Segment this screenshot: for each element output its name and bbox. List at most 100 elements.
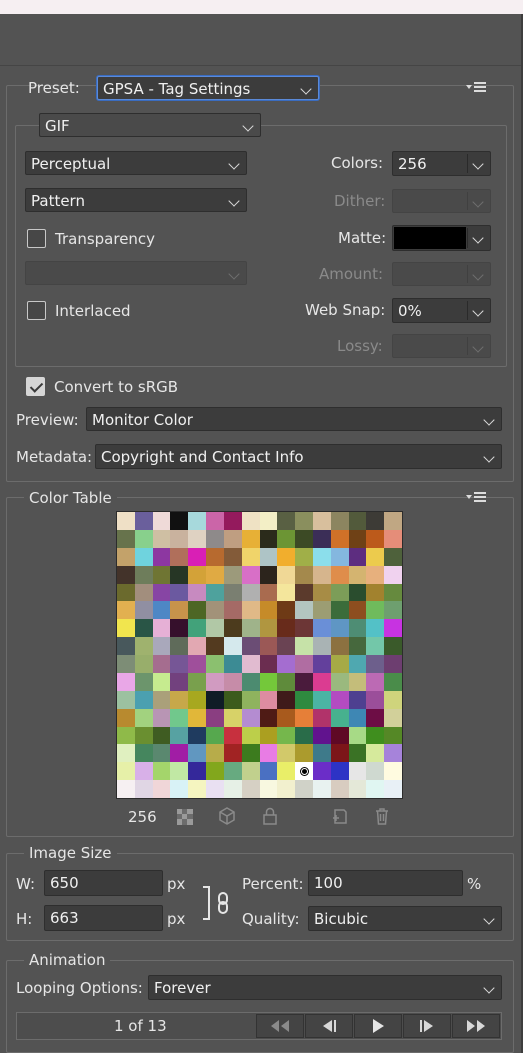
color-swatch[interactable] <box>152 512 171 530</box>
add-color-icon[interactable] <box>330 806 350 826</box>
color-swatch[interactable] <box>312 547 331 566</box>
color-swatch[interactable] <box>223 726 242 745</box>
reduction-dropdown[interactable]: Perceptual <box>25 151 247 175</box>
color-swatch[interactable] <box>384 512 402 530</box>
play-button[interactable] <box>354 1014 402 1038</box>
color-swatch[interactable] <box>277 512 296 530</box>
color-swatch[interactable] <box>152 690 171 709</box>
color-swatch[interactable] <box>295 744 313 763</box>
color-swatch[interactable] <box>170 708 189 727</box>
color-swatch[interactable] <box>295 565 313 584</box>
color-swatch[interactable] <box>206 637 224 655</box>
matte-swatch[interactable] <box>394 227 466 249</box>
color-swatch[interactable] <box>117 619 135 638</box>
color-swatch[interactable] <box>152 780 171 798</box>
color-swatch[interactable] <box>134 690 153 709</box>
lossy-combo[interactable] <box>392 334 491 358</box>
color-swatch[interactable] <box>366 744 385 763</box>
color-swatch[interactable] <box>277 655 296 673</box>
color-swatch[interactable] <box>348 637 367 655</box>
color-swatch[interactable] <box>170 637 189 655</box>
color-swatch[interactable] <box>312 637 331 655</box>
color-swatch[interactable] <box>223 601 242 620</box>
color-swatch[interactable] <box>312 726 331 745</box>
color-swatch[interactable] <box>259 690 278 709</box>
color-swatch[interactable] <box>348 690 367 709</box>
color-swatch[interactable] <box>170 690 189 709</box>
color-swatch[interactable] <box>330 565 349 584</box>
color-swatch[interactable] <box>223 619 242 638</box>
color-swatch[interactable] <box>134 565 153 584</box>
color-swatch[interactable] <box>330 672 349 691</box>
color-swatch[interactable] <box>384 744 402 763</box>
color-swatch[interactable] <box>241 637 260 655</box>
color-swatch[interactable] <box>152 637 171 655</box>
quality-dropdown[interactable]: Bicubic <box>308 906 502 931</box>
color-swatch[interactable] <box>330 529 349 548</box>
color-swatch[interactable] <box>295 655 313 673</box>
color-swatch[interactable] <box>384 619 402 638</box>
color-swatch[interactable] <box>295 601 313 620</box>
color-swatch[interactable] <box>312 780 331 798</box>
color-swatch[interactable] <box>259 565 278 584</box>
color-swatch[interactable] <box>295 619 313 638</box>
color-swatch[interactable] <box>223 762 242 781</box>
metadata-dropdown[interactable]: Copyright and Contact Info <box>95 444 502 469</box>
color-swatch[interactable] <box>312 601 331 620</box>
color-swatch[interactable] <box>312 762 331 781</box>
color-swatch[interactable] <box>117 708 135 727</box>
color-swatch[interactable] <box>241 601 260 620</box>
color-swatch[interactable] <box>188 512 207 530</box>
color-swatch[interactable] <box>295 583 313 602</box>
looping-options-dropdown[interactable]: Forever <box>148 975 502 1000</box>
color-swatch[interactable] <box>348 744 367 763</box>
color-swatch[interactable] <box>330 762 349 781</box>
color-swatch[interactable] <box>259 619 278 638</box>
amount-combo[interactable] <box>392 262 491 286</box>
color-swatch[interactable] <box>170 762 189 781</box>
color-swatch[interactable] <box>117 547 135 566</box>
color-swatch[interactable] <box>259 762 278 781</box>
color-swatch[interactable] <box>188 672 207 691</box>
color-swatch[interactable] <box>223 655 242 673</box>
color-swatch[interactable] <box>312 565 331 584</box>
color-swatch[interactable] <box>312 619 331 638</box>
constrain-proportions-link-icon[interactable] <box>201 884 235 922</box>
color-swatch[interactable] <box>277 529 296 548</box>
color-swatch[interactable] <box>223 529 242 548</box>
color-swatch[interactable] <box>134 744 153 763</box>
color-swatch[interactable] <box>259 726 278 745</box>
color-swatch[interactable] <box>188 637 207 655</box>
map-transparency-icon[interactable] <box>175 807 195 827</box>
color-swatch[interactable] <box>312 512 331 530</box>
color-swatch[interactable] <box>312 672 331 691</box>
color-swatch[interactable] <box>330 708 349 727</box>
format-dropdown[interactable]: GIF <box>39 113 261 137</box>
color-swatch[interactable] <box>223 672 242 691</box>
color-swatch[interactable] <box>330 726 349 745</box>
color-swatch[interactable] <box>206 672 224 691</box>
transparency-checkbox[interactable] <box>27 229 46 248</box>
color-swatch[interactable] <box>259 637 278 655</box>
convert-srgb-checkbox[interactable] <box>26 377 45 396</box>
color-swatch[interactable] <box>152 744 171 763</box>
color-swatch[interactable] <box>241 619 260 638</box>
color-swatch[interactable] <box>366 672 385 691</box>
color-swatch[interactable] <box>295 637 313 655</box>
color-swatch[interactable] <box>330 744 349 763</box>
color-swatch[interactable] <box>206 583 224 602</box>
color-swatch[interactable] <box>152 583 171 602</box>
color-swatch[interactable] <box>206 565 224 584</box>
color-swatch[interactable] <box>348 619 367 638</box>
color-swatch[interactable] <box>348 726 367 745</box>
color-swatch[interactable] <box>188 780 207 798</box>
color-swatch[interactable] <box>384 690 402 709</box>
web-snap-combo[interactable]: 0% <box>392 298 491 323</box>
color-swatch[interactable] <box>348 512 367 530</box>
color-swatch[interactable] <box>206 655 224 673</box>
color-swatch[interactable] <box>348 583 367 602</box>
color-swatch[interactable] <box>277 601 296 620</box>
color-swatch[interactable] <box>384 672 402 691</box>
color-swatch[interactable] <box>330 583 349 602</box>
color-swatch[interactable] <box>134 672 153 691</box>
